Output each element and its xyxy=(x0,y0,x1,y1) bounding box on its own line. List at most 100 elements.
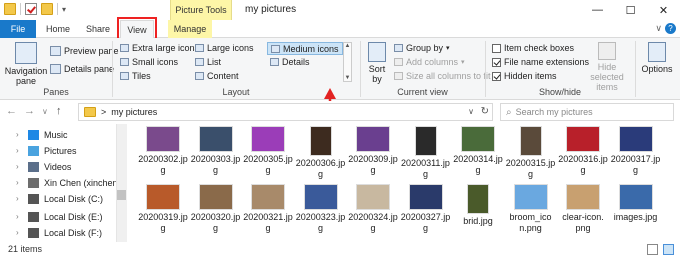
file-item[interactable]: 20200320.jp g xyxy=(189,184,243,234)
file-item[interactable]: 20200319.jp g xyxy=(136,184,190,234)
details-pane-button[interactable]: Details pane xyxy=(50,64,114,74)
group-by-button[interactable]: Group by ▾ xyxy=(394,43,450,53)
tab-home[interactable]: Home xyxy=(40,20,76,38)
nav-item[interactable]: Local Disk (C:) xyxy=(28,191,103,206)
details-view-icon[interactable] xyxy=(647,244,658,255)
qat-dropdown-icon[interactable]: ▾ xyxy=(62,5,66,14)
navigation-pane-icon xyxy=(15,42,37,64)
tiles-option[interactable]: Tiles xyxy=(120,71,151,81)
file-item[interactable]: 20200305.jp g xyxy=(241,126,295,176)
file-item[interactable]: brid.jpg xyxy=(451,184,505,227)
address-input[interactable]: > my pictures ∨ ↻ xyxy=(78,103,493,121)
content-option[interactable]: Content xyxy=(195,71,239,81)
medium-icons-option[interactable]: Medium icons xyxy=(267,42,343,55)
nav-item[interactable]: Xin Chen (xinchen-p xyxy=(28,175,126,190)
extra-large-icons-option[interactable]: Extra large icons xyxy=(120,43,199,53)
folder-icon[interactable] xyxy=(4,3,16,15)
file-item[interactable]: 20200321.jp g xyxy=(241,184,295,234)
content-icon xyxy=(195,72,204,80)
expand-chevron-icon[interactable]: › xyxy=(16,178,19,187)
scroll-down-icon[interactable]: ▼ xyxy=(345,75,351,81)
file-item[interactable]: 20200316.jp g xyxy=(556,126,610,176)
sort-by-button[interactable]: Sort by xyxy=(364,42,390,84)
size-all-columns-button[interactable]: Size all columns to fit xyxy=(394,71,491,81)
file-item[interactable]: broom_ico n.png xyxy=(504,184,558,234)
tab-view[interactable]: View xyxy=(117,17,157,42)
file-thumbnail xyxy=(461,126,495,152)
search-input[interactable]: ⌕ Search my pictures xyxy=(500,103,674,121)
file-item[interactable]: 20200306.jp g xyxy=(294,126,348,180)
file-name: 20200305.jp xyxy=(243,154,293,164)
expand-chevron-icon[interactable]: › xyxy=(16,162,19,171)
breadcrumb[interactable]: my pictures xyxy=(111,107,157,117)
file-thumbnail xyxy=(414,126,437,156)
file-item[interactable]: 20200324.jp g xyxy=(346,184,400,234)
expand-chevron-icon[interactable]: › xyxy=(16,146,19,155)
large-icons-icon xyxy=(195,44,204,52)
file-item[interactable]: clear-icon. png xyxy=(556,184,610,234)
help-icon[interactable]: ? xyxy=(665,23,676,34)
expand-chevron-icon[interactable]: › xyxy=(16,194,19,203)
large-icons-view-icon[interactable] xyxy=(663,244,674,255)
item-check-boxes-checkbox[interactable] xyxy=(492,43,501,53)
minimize-button[interactable]: — xyxy=(581,0,614,20)
small-icons-option[interactable]: Small icons xyxy=(120,57,178,67)
add-columns-button[interactable]: Add columns ▾ xyxy=(394,57,465,67)
file-name-wrap: g xyxy=(580,165,586,175)
expand-chevron-icon[interactable]: › xyxy=(16,130,19,139)
expand-chevron-icon[interactable]: › xyxy=(16,228,19,237)
file-item[interactable]: 20200317.jp g xyxy=(609,126,663,176)
item-check-boxes-toggle[interactable]: Item check boxes xyxy=(492,43,574,53)
recent-locations-chevron-icon[interactable]: ∨ xyxy=(42,107,48,116)
file-item[interactable]: 20200302.jp g xyxy=(136,126,190,176)
navigation-pane-button[interactable]: Navigation pane xyxy=(4,42,48,86)
file-thumbnail xyxy=(467,184,489,214)
nav-item[interactable]: Videos xyxy=(28,159,71,174)
scrollbar-thumb[interactable] xyxy=(117,190,126,200)
file-name-extensions-checkbox[interactable] xyxy=(492,57,501,67)
file-thumbnail xyxy=(356,184,390,210)
file-name: clear-icon. xyxy=(562,212,604,222)
details-option[interactable]: Details xyxy=(270,57,310,67)
nav-item[interactable]: Music xyxy=(28,127,68,142)
ribbon-expand-icon[interactable]: ∨ xyxy=(655,23,662,34)
back-arrow-icon[interactable]: ← xyxy=(6,105,17,117)
maximize-button[interactable]: ☐ xyxy=(614,0,647,20)
preview-pane-button[interactable]: Preview pane xyxy=(50,46,119,56)
file-item[interactable]: 20200323.jp g xyxy=(294,184,348,234)
tab-manage[interactable]: Manage xyxy=(168,20,212,38)
file-item[interactable]: images.jpg xyxy=(609,184,663,223)
file-name-wrap: g xyxy=(422,223,428,233)
file-item[interactable]: 20200315.jp g xyxy=(504,126,558,180)
file-item[interactable]: 20200327.jp g xyxy=(399,184,453,234)
nav-item[interactable]: Local Disk (F:) xyxy=(28,225,102,240)
file-item[interactable]: 20200311.jp g xyxy=(399,126,453,180)
hide-selected-items-button[interactable]: Hide selected items xyxy=(582,42,632,92)
refresh-icon[interactable]: ↻ xyxy=(481,106,489,117)
nav-item[interactable]: Local Disk (E:) xyxy=(28,209,103,224)
list-option[interactable]: List xyxy=(195,57,221,67)
file-item[interactable]: 20200303.jp g xyxy=(189,126,243,176)
address-dropdown-icon[interactable]: ∨ xyxy=(468,107,474,116)
options-button[interactable]: Options xyxy=(638,42,676,74)
tab-share[interactable]: Share xyxy=(80,20,116,38)
up-arrow-icon[interactable]: ↑ xyxy=(56,105,62,117)
file-item[interactable]: 20200309.jp g xyxy=(346,126,400,176)
file-name-extensions-toggle[interactable]: File name extensions xyxy=(492,57,589,67)
hidden-items-checkbox[interactable] xyxy=(492,71,501,81)
tab-file[interactable]: File xyxy=(0,20,36,38)
hidden-items-toggle[interactable]: Hidden items xyxy=(492,71,557,81)
properties-check-icon[interactable] xyxy=(25,3,37,15)
new-folder-icon[interactable] xyxy=(41,3,53,15)
close-button[interactable]: ✕ xyxy=(647,0,680,20)
navigation-scrollbar[interactable] xyxy=(116,124,127,242)
scroll-up-icon[interactable]: ▲ xyxy=(345,43,351,49)
nav-item-label: Local Disk (F:) xyxy=(44,227,103,238)
forward-arrow-icon[interactable]: → xyxy=(24,105,35,117)
file-item[interactable]: 20200314.jp g xyxy=(451,126,505,176)
layout-gallery-scroll[interactable]: ▲ ▼ xyxy=(343,42,352,82)
nav-item[interactable]: Pictures xyxy=(28,143,77,158)
file-name-wrap: g xyxy=(265,165,271,175)
large-icons-option[interactable]: Large icons xyxy=(195,43,254,53)
expand-chevron-icon[interactable]: › xyxy=(16,212,19,221)
